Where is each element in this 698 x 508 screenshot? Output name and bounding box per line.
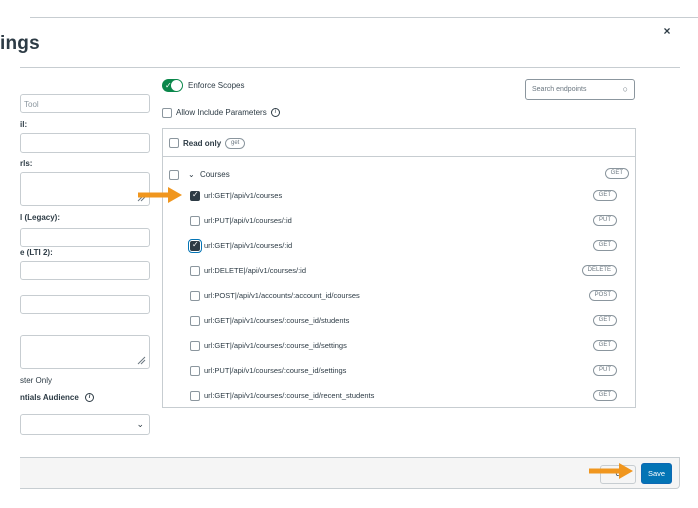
scope-endpoint-label: url:POST|/api/v1/accounts/:account_id/co… <box>204 291 360 300</box>
scope-row[interactable]: url:PUT|/api/v1/courses/:id PUT <box>163 211 635 231</box>
enforce-scopes-label: Enforce Scopes <box>188 81 245 90</box>
scope-method-pill: GET <box>592 240 617 251</box>
tester-only-text: ster Only <box>20 376 53 385</box>
scope-endpoint-label: url:GET|/api/v1/courses/:course_id/setti… <box>204 341 347 350</box>
scope-checkbox[interactable] <box>190 216 200 226</box>
audience-label: ntials Audience i <box>20 393 95 403</box>
scope-row[interactable]: url:GET|/api/v1/courses/:course_id/setti… <box>163 336 635 356</box>
search-icon: ○ <box>622 84 628 94</box>
search-endpoints-input[interactable]: Search endpoints ○ <box>525 79 635 100</box>
courses-group-pill: GET <box>604 168 629 179</box>
scope-checkbox[interactable] <box>190 266 200 276</box>
lti2-label: e (LTI 2): <box>20 248 53 257</box>
scope-checkbox[interactable] <box>188 239 202 253</box>
scope-endpoint-label: url:DELETE|/api/v1/courses/:id <box>204 266 306 275</box>
scope-endpoint-label: url:PUT|/api/v1/courses/:id <box>204 216 292 225</box>
tool-name-input[interactable]: Tool <box>20 94 150 113</box>
header-divider <box>20 67 680 68</box>
courses-group-checkbox[interactable] <box>169 170 179 180</box>
urls-textarea[interactable] <box>20 172 150 206</box>
scope-endpoint-label: url:GET|/api/v1/courses/:id <box>204 241 293 250</box>
info-icon[interactable]: i <box>270 108 280 118</box>
resize-grip-icon <box>137 356 146 365</box>
modal-top-border <box>30 17 698 18</box>
scope-checkbox[interactable] <box>190 291 200 301</box>
urls-label: rls: <box>20 159 33 168</box>
legacy-label: l (Legacy): <box>20 213 61 222</box>
scope-row[interactable]: url:GET|/api/v1/courses/:id GET <box>163 236 635 256</box>
toggle-knob <box>171 80 182 91</box>
audience-label-text: ntials Audience <box>20 393 79 402</box>
scope-endpoint-label: url:GET|/api/v1/courses/:course_id/stude… <box>204 316 350 325</box>
scope-endpoint-label: url:GET|/api/v1/courses <box>204 191 283 200</box>
scopes-panel: Read only get ⌄ Courses GET url:GET|/api… <box>162 128 636 408</box>
scope-endpoint-label: url:GET|/api/v1/courses/:course_id/recen… <box>204 391 375 400</box>
allow-include-checkbox[interactable] <box>162 108 172 118</box>
scope-method-pill: GET <box>592 190 617 201</box>
scope-method-pill: GET <box>592 315 617 326</box>
read-only-pill: get <box>225 138 246 149</box>
audience-select[interactable]: ⌄ <box>20 414 150 435</box>
allow-include-label: Allow Include Parameters i <box>176 108 280 118</box>
scope-checkbox[interactable] <box>190 366 200 376</box>
close-button[interactable]: × <box>660 24 674 38</box>
scope-method-pill: POST <box>588 290 617 301</box>
lti2-input[interactable] <box>20 261 150 280</box>
scope-row[interactable]: url:GET|/api/v1/courses/:course_id/recen… <box>163 386 635 406</box>
annotation-arrow-icon <box>138 187 182 203</box>
read-only-checkbox[interactable] <box>169 138 179 148</box>
scope-checkbox[interactable] <box>190 316 200 326</box>
scope-method-pill: GET <box>592 390 617 401</box>
extra-textarea[interactable] <box>20 335 150 369</box>
legacy-input[interactable] <box>20 228 150 247</box>
scope-row[interactable]: url:GET|/api/v1/courses GET <box>163 186 635 206</box>
save-button[interactable]: Save <box>641 463 672 484</box>
read-only-divider <box>163 156 635 157</box>
chevron-down-icon: ⌄ <box>188 170 195 179</box>
modal-title: ings <box>0 33 40 54</box>
tool-name-placeholder: Tool <box>24 100 39 109</box>
scope-endpoint-label: url:PUT|/api/v1/courses/:course_id/setti… <box>204 366 347 375</box>
extra-input[interactable] <box>20 295 150 314</box>
scope-row[interactable]: url:PUT|/api/v1/courses/:course_id/setti… <box>163 361 635 381</box>
scope-row[interactable]: url:DELETE|/api/v1/courses/:id DELETE <box>163 261 635 281</box>
courses-group-label: Courses <box>199 170 230 179</box>
email-label: il: <box>20 120 28 129</box>
modal-footer <box>20 457 680 489</box>
courses-group-toggle[interactable]: ⌄ Courses <box>188 170 230 179</box>
enforce-scopes-toggle[interactable]: ✓ <box>162 79 183 92</box>
email-input[interactable] <box>20 133 150 153</box>
scope-checkbox[interactable] <box>190 341 200 351</box>
annotation-arrow-icon <box>589 463 633 479</box>
search-placeholder: Search endpoints <box>532 86 587 93</box>
scope-method-pill: GET <box>592 340 617 351</box>
scope-row[interactable]: url:POST|/api/v1/accounts/:account_id/co… <box>163 286 635 306</box>
scope-method-pill: PUT <box>593 215 617 226</box>
scope-method-pill: DELETE <box>581 265 617 276</box>
scope-row[interactable]: url:GET|/api/v1/courses/:course_id/stude… <box>163 311 635 331</box>
allow-include-label-text: Allow Include Parameters <box>176 108 267 117</box>
info-icon[interactable]: i <box>85 393 95 403</box>
scope-checkbox[interactable] <box>190 190 200 201</box>
scope-method-pill: PUT <box>593 365 617 376</box>
scope-checkbox[interactable] <box>190 391 200 401</box>
chevron-down-icon: ⌄ <box>136 419 144 429</box>
read-only-label: Read only <box>183 139 222 148</box>
